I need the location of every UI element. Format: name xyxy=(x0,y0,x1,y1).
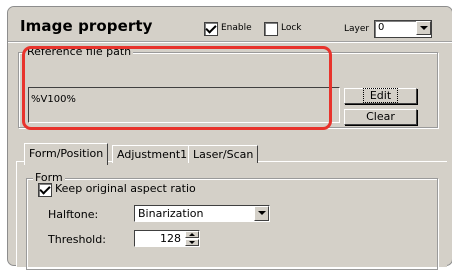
spin-down-icon[interactable] xyxy=(185,239,199,246)
panel-title: Image property xyxy=(20,17,153,35)
spin-up-icon[interactable] xyxy=(185,231,199,238)
keep-aspect-checkbox[interactable] xyxy=(38,183,52,197)
layer-value: 0 xyxy=(378,22,385,33)
edit-button[interactable]: Edit xyxy=(344,88,417,104)
panel-header: Image property Enable Lock Layer 0 xyxy=(8,7,452,41)
header-divider-highlight xyxy=(8,42,452,43)
halftone-select[interactable]: Binarization xyxy=(134,205,270,222)
keep-aspect-label: Keep original aspect ratio xyxy=(55,182,196,195)
chevron-down-icon[interactable] xyxy=(254,206,269,221)
lock-label: Lock xyxy=(281,23,302,33)
enable-label: Enable xyxy=(221,23,252,33)
tab-form-position[interactable]: Form/Position xyxy=(24,143,109,165)
layer-select[interactable]: 0 xyxy=(374,20,432,38)
lock-checkbox[interactable] xyxy=(264,22,278,36)
halftone-value: Binarization xyxy=(138,207,204,220)
threshold-stepper[interactable]: 128 xyxy=(134,230,200,247)
threshold-label: Threshold: xyxy=(48,233,106,246)
tab-adjustment1[interactable]: Adjustment1 xyxy=(112,145,193,163)
enable-checkbox[interactable] xyxy=(204,22,218,36)
highlight-annotation xyxy=(22,46,332,130)
tab-laser-scan[interactable]: Laser/Scan xyxy=(188,145,259,163)
chevron-down-icon[interactable] xyxy=(416,21,431,35)
clear-button-label: Clear xyxy=(366,110,395,123)
edit-button-label: Edit xyxy=(362,88,399,103)
layer-label: Layer xyxy=(344,24,370,34)
threshold-spin-buttons xyxy=(185,231,199,246)
threshold-value: 128 xyxy=(160,232,181,245)
clear-button[interactable]: Clear xyxy=(344,109,417,125)
halftone-label: Halftone: xyxy=(48,208,99,221)
